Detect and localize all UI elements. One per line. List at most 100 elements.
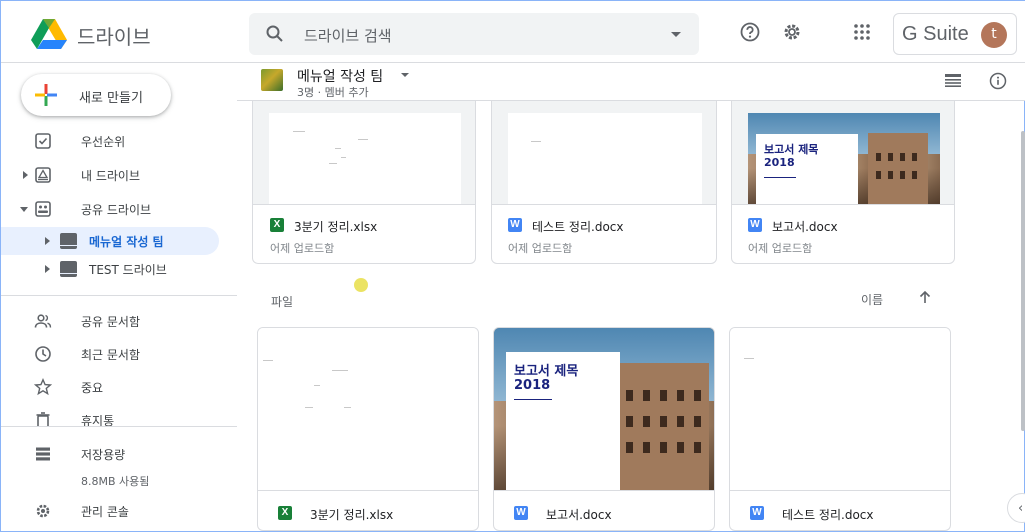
shared-drive-folder-icon xyxy=(60,261,77,277)
sidebar-item-label: 내 드라이브 xyxy=(81,169,141,183)
report-title-text: 보고서 제목 xyxy=(514,364,579,379)
sidebar-item-label: TEST 드라이브 xyxy=(89,263,167,277)
sidebar-item-label: 최근 문서함 xyxy=(81,348,141,362)
file-card[interactable]: W 테스트 정리.docx xyxy=(729,327,951,531)
apps-grid-icon[interactable] xyxy=(851,21,873,43)
file-name: 3분기 정리.xlsx xyxy=(310,508,394,522)
main-content: 메뉴얼 작성 팀 3명 · 멤버 추가 X 3분기 정리.xlsx 어제 업로드… xyxy=(237,63,1025,532)
sidebar-item-recent[interactable]: 최근 문서함 xyxy=(1,340,237,368)
sidebar-item-label: 공유 문서함 xyxy=(81,315,141,329)
sort-by-name-button[interactable]: 이름 xyxy=(861,291,883,308)
quick-access-card[interactable]: W 테스트 정리.docx 어제 업로드함 xyxy=(491,101,717,264)
file-card[interactable]: 보고서 제목 2018 W 보고서.docx xyxy=(493,327,715,531)
clock-icon xyxy=(35,346,51,362)
sidebar-item-storage[interactable]: 저장용량 xyxy=(1,440,237,468)
file-area: X 3분기 정리.xlsx 어제 업로드함 W 테스트 정리.docx 어제 업… xyxy=(237,101,1025,532)
xlsx-icon: X xyxy=(270,218,284,232)
avatar[interactable]: t xyxy=(981,22,1007,48)
search-bar[interactable]: 드라이브 검색 xyxy=(249,13,699,55)
help-icon[interactable] xyxy=(739,21,761,43)
trash-icon xyxy=(36,412,50,426)
file-activity: 어제 업로드함 xyxy=(508,242,573,255)
vertical-scrollbar[interactable] xyxy=(1021,131,1025,431)
sidebar: 새로 만들기 우선순위 내 드라이브 공유 드라이브 메뉴얼 작성 팀 TEST… xyxy=(1,63,237,532)
sidebar-item-label: 메뉴얼 작성 팀 xyxy=(89,235,164,249)
team-drive-title[interactable]: 메뉴얼 작성 팀 xyxy=(297,66,383,86)
sidebar-item-manual-team[interactable]: 메뉴얼 작성 팀 xyxy=(1,227,219,255)
sidebar-item-my-drive[interactable]: 내 드라이브 xyxy=(1,161,237,189)
team-drive-menu-icon[interactable] xyxy=(401,73,409,77)
shared-drive-folder-icon xyxy=(60,233,77,249)
sidebar-item-label: 관리 콘솔 xyxy=(81,505,129,519)
sidebar-item-label: 우선순위 xyxy=(81,135,126,149)
sidebar-item-test-drive[interactable]: TEST 드라이브 xyxy=(1,255,219,283)
sidebar-divider xyxy=(1,426,237,427)
collapse-arrow-icon[interactable] xyxy=(20,207,28,212)
chevron-left-icon: ‹ xyxy=(1018,501,1024,516)
settings-gear-icon[interactable] xyxy=(781,21,803,43)
files-section-label: 파일 xyxy=(271,295,294,309)
admin-gear-icon xyxy=(36,504,50,518)
sidebar-item-shared-with-me[interactable]: 공유 문서함 xyxy=(1,307,237,335)
info-icon[interactable] xyxy=(989,72,1007,90)
new-button[interactable]: 새로 만들기 xyxy=(21,74,171,116)
expand-arrow-icon[interactable] xyxy=(45,265,50,273)
search-options-icon[interactable] xyxy=(671,32,681,37)
shared-drive-icon xyxy=(35,201,51,217)
expand-arrow-icon[interactable] xyxy=(45,237,50,245)
app-title[interactable]: 드라이브 xyxy=(77,21,151,50)
report-year-text: 2018 xyxy=(764,156,795,169)
people-icon xyxy=(34,314,52,328)
sidebar-item-starred[interactable]: 중요 xyxy=(1,373,237,401)
my-drive-icon xyxy=(35,167,51,183)
report-year-text: 2018 xyxy=(514,378,551,393)
gsuite-label: G Suite xyxy=(902,23,969,45)
quick-access-card[interactable]: 보고서 제목 2018 W 보고서.docx 어제 업로드함 xyxy=(731,101,955,264)
sidebar-divider xyxy=(1,295,237,296)
storage-usage: 8.8MB 사용됨 xyxy=(81,475,150,488)
report-thumbnail: 보고서 제목 2018 xyxy=(494,328,714,490)
docx-icon: W xyxy=(750,506,764,520)
drive-logo-icon[interactable] xyxy=(31,19,67,49)
docx-icon: W xyxy=(514,506,528,520)
file-name: 테스트 정리.docx xyxy=(782,508,874,522)
file-name: 3분기 정리.xlsx xyxy=(294,220,378,234)
list-view-icon[interactable] xyxy=(945,74,961,88)
docx-icon: W xyxy=(508,218,522,232)
xlsx-icon: X xyxy=(278,506,292,520)
new-button-label: 새로 만들기 xyxy=(79,91,143,106)
expand-arrow-icon[interactable] xyxy=(23,171,28,179)
search-icon[interactable] xyxy=(265,24,285,44)
search-input[interactable]: 드라이브 검색 xyxy=(304,25,392,46)
plus-icon xyxy=(35,84,57,106)
sidebar-item-label: 공유 드라이브 xyxy=(81,203,152,217)
docx-icon: W xyxy=(748,218,762,232)
sidebar-item-label: 저장용량 xyxy=(81,448,126,462)
check-box-icon xyxy=(35,133,51,149)
file-preview: 보고서 제목 2018 xyxy=(494,328,714,491)
file-preview xyxy=(253,101,475,205)
sidebar-item-priority[interactable]: 우선순위 xyxy=(1,127,237,155)
report-thumbnail: 보고서 제목 2018 xyxy=(748,113,940,204)
sidebar-item-shared-drives[interactable]: 공유 드라이브 xyxy=(1,195,237,223)
mouse-cursor-highlight xyxy=(354,278,368,292)
sort-direction-up-icon[interactable] xyxy=(917,288,933,306)
file-activity: 어제 업로드함 xyxy=(748,242,813,255)
star-icon xyxy=(34,378,52,396)
file-preview xyxy=(492,101,716,205)
doc-thumbnail xyxy=(508,113,702,204)
quick-access-card[interactable]: X 3분기 정리.xlsx 어제 업로드함 xyxy=(252,101,476,264)
report-title-text: 보고서 제목 xyxy=(764,143,819,156)
shared-drive-header: 메뉴얼 작성 팀 3명 · 멤버 추가 xyxy=(237,63,1025,101)
file-preview: 보고서 제목 2018 xyxy=(732,101,954,205)
file-name: 보고서.docx xyxy=(546,508,612,522)
file-card[interactable]: X 3분기 정리.xlsx xyxy=(257,327,479,531)
gsuite-account-button[interactable]: G Suite t xyxy=(893,13,1017,55)
sidebar-item-label: 휴지통 xyxy=(81,414,115,426)
sidebar-item-trash[interactable]: 휴지통 xyxy=(1,406,237,426)
team-members-link[interactable]: 3명 · 멤버 추가 xyxy=(297,84,369,100)
file-preview xyxy=(730,328,950,491)
sidebar-item-admin-console[interactable]: 관리 콘솔 xyxy=(1,497,237,525)
storage-icon xyxy=(36,447,50,461)
file-name: 테스트 정리.docx xyxy=(532,220,624,234)
